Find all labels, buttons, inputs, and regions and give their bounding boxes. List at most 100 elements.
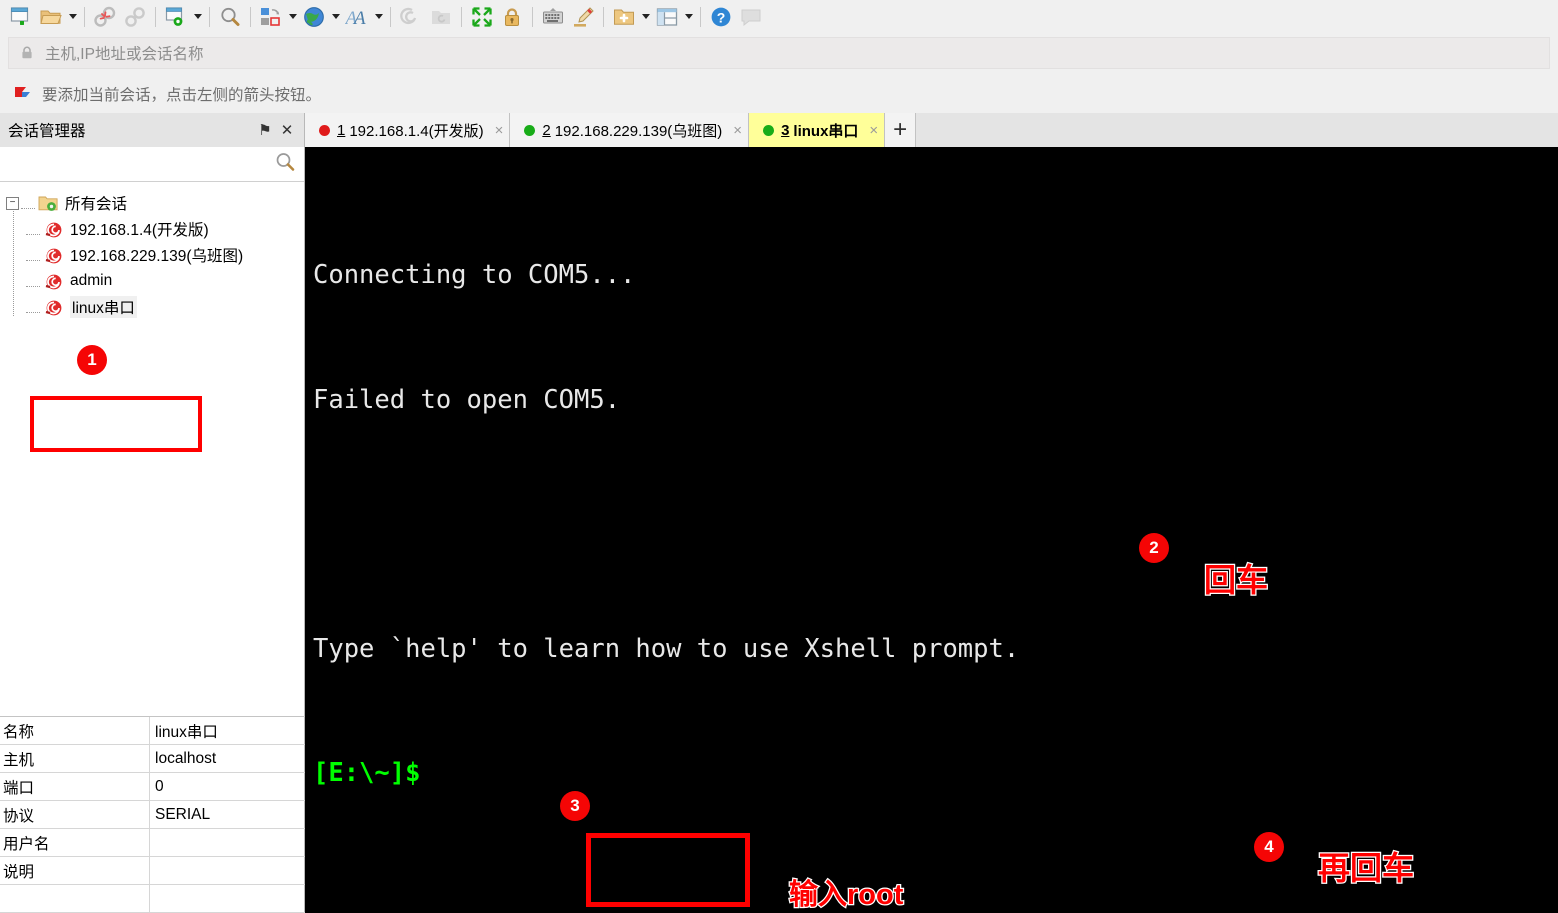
address-input-placeholder[interactable]: 主机,IP地址或会话名称 bbox=[45, 42, 203, 64]
property-value bbox=[150, 857, 305, 884]
property-value: linux串口 bbox=[155, 723, 218, 741]
property-value: SERIAL bbox=[155, 805, 211, 823]
clear-buffer-icon bbox=[426, 3, 456, 31]
session-properties-dropdown[interactable] bbox=[191, 3, 204, 31]
terminal-line: Connecting to COM5... bbox=[313, 260, 636, 290]
tab-session-1[interactable]: 1 192.168.1.4(开发版) × bbox=[305, 113, 511, 147]
property-value bbox=[150, 829, 305, 856]
split-view-icon[interactable] bbox=[652, 3, 682, 31]
tree-dotted-line bbox=[26, 222, 43, 236]
xshell-window: A A ? 主机,IP地址或会话名称 要添加当前会话，点击左侧的箭头按钮。 会话… bbox=[0, 0, 1558, 913]
close-icon[interactable]: × bbox=[495, 122, 504, 139]
session-icon bbox=[43, 220, 64, 239]
table-row: 说明 bbox=[0, 857, 305, 885]
tab-number: 1 bbox=[337, 121, 346, 139]
new-tab-button[interactable]: + bbox=[885, 113, 917, 147]
annotation-marker-3: 3 bbox=[560, 791, 590, 821]
table-row: 协议 SERIAL bbox=[0, 801, 305, 829]
pin-icon[interactable]: ⚑ bbox=[254, 119, 276, 141]
fullscreen-icon[interactable] bbox=[467, 3, 497, 31]
globe-dropdown[interactable] bbox=[329, 3, 342, 31]
font-dropdown[interactable] bbox=[372, 3, 385, 31]
sidebar-item-session-3[interactable]: admin bbox=[26, 268, 304, 294]
open-folder-dropdown[interactable] bbox=[66, 3, 79, 31]
sidebar-item-linux-serial[interactable]: linux串口 bbox=[26, 294, 304, 320]
tree-connector bbox=[13, 208, 14, 316]
annotation-highlight-sidebar bbox=[30, 396, 202, 452]
terminal-prompt-line: [E:\~]$ bbox=[313, 758, 421, 788]
search-icon[interactable] bbox=[274, 151, 296, 178]
property-value: 0 bbox=[155, 777, 164, 795]
lock-small-icon bbox=[19, 45, 35, 61]
open-folder-icon[interactable] bbox=[36, 3, 66, 31]
transfer-layout-dropdown[interactable] bbox=[286, 3, 299, 31]
font-icon[interactable]: A A bbox=[342, 3, 372, 31]
toolbar-separator bbox=[390, 6, 391, 27]
toolbar-separator bbox=[155, 6, 156, 27]
toolbar-separator bbox=[209, 6, 210, 27]
close-icon[interactable]: × bbox=[869, 122, 878, 139]
tree-dotted-line bbox=[26, 248, 43, 262]
new-folder-icon[interactable] bbox=[609, 3, 639, 31]
svg-text:?: ? bbox=[717, 9, 726, 25]
tree-expander-icon[interactable]: − bbox=[6, 196, 19, 210]
globe-icon[interactable] bbox=[299, 3, 329, 31]
session-manager-header: 会话管理器 ⚑ ✕ bbox=[0, 113, 304, 147]
keyboard-icon[interactable] bbox=[538, 3, 568, 31]
new-session-icon[interactable] bbox=[6, 3, 36, 31]
lock-icon[interactable] bbox=[497, 3, 527, 31]
highlight-pen-icon[interactable] bbox=[568, 3, 598, 31]
annotation-marker-4: 4 bbox=[1254, 832, 1284, 862]
table-row: 名称 linux串口 bbox=[0, 717, 305, 745]
property-key: 端口 bbox=[0, 773, 150, 800]
reconnect-icon[interactable] bbox=[120, 3, 150, 31]
transfer-layout-icon[interactable] bbox=[256, 3, 286, 31]
property-key: 协议 bbox=[0, 801, 150, 828]
sidebar-item-label: 192.168.1.4(开发版) bbox=[70, 222, 209, 239]
property-value bbox=[150, 885, 305, 912]
split-view-dropdown[interactable] bbox=[682, 3, 695, 31]
chat-icon bbox=[736, 3, 766, 31]
toolbar-separator bbox=[250, 6, 251, 27]
clear-screen-icon bbox=[396, 3, 426, 31]
tab-linux-serial[interactable]: 3 linux串口 × bbox=[749, 113, 886, 147]
session-properties-icon[interactable] bbox=[161, 3, 191, 31]
toolbar-separator bbox=[700, 6, 701, 27]
toolbar-separator bbox=[461, 6, 462, 27]
new-folder-dropdown[interactable] bbox=[639, 3, 652, 31]
sidebar-item-session-2[interactable]: 192.168.229.139(乌班图) bbox=[26, 242, 304, 268]
sidebar-item-label: linux串口 bbox=[70, 296, 137, 318]
close-icon[interactable]: ✕ bbox=[276, 119, 298, 141]
toolbar-separator bbox=[532, 6, 533, 27]
main-toolbar: A A ? bbox=[0, 0, 1558, 33]
tree-dotted-line bbox=[26, 300, 43, 314]
folder-gear-icon bbox=[38, 194, 59, 213]
terminal-line: Type `help' to learn how to use Xshell p… bbox=[313, 633, 1020, 664]
sidebar-item-label: 192.168.229.139(乌班图) bbox=[70, 248, 244, 265]
close-icon[interactable]: × bbox=[733, 122, 742, 139]
address-bar[interactable]: 主机,IP地址或会话名称 bbox=[0, 33, 1558, 73]
address-bar-inner[interactable]: 主机,IP地址或会话名称 bbox=[8, 37, 1550, 69]
session-search-box[interactable] bbox=[0, 147, 304, 182]
tree-root-label: 所有会话 bbox=[65, 196, 128, 213]
toolbar-separator bbox=[84, 6, 85, 27]
terminal-output[interactable]: Connecting to COM5... Failed to open COM… bbox=[305, 147, 1558, 913]
property-key: 用户名 bbox=[0, 829, 150, 856]
help-icon[interactable]: ? bbox=[706, 3, 736, 31]
search-icon[interactable] bbox=[215, 3, 245, 31]
tree-children: 192.168.1.4(开发版) 192.168.229.139(乌班图) ad… bbox=[6, 216, 304, 320]
tree-root-all-sessions[interactable]: − 所有会话 bbox=[6, 190, 304, 216]
disconnect-icon[interactable] bbox=[90, 3, 120, 31]
tab-session-2[interactable]: 2 192.168.229.139(乌班图) × bbox=[510, 113, 750, 147]
property-key: 说明 bbox=[0, 857, 150, 884]
sidebar-item-session-1[interactable]: 192.168.1.4(开发版) bbox=[26, 216, 304, 242]
tab-number: 2 bbox=[542, 121, 551, 139]
tree-dotted-line bbox=[21, 196, 38, 210]
annotation-highlight-login-input bbox=[586, 833, 750, 907]
hint-text: 要添加当前会话，点击左侧的箭头按钮。 bbox=[42, 87, 322, 104]
hint-bar: 要添加当前会话，点击左侧的箭头按钮。 bbox=[0, 75, 1558, 113]
property-key: 主机 bbox=[0, 745, 150, 772]
table-row: 端口 0 bbox=[0, 773, 305, 801]
tab-label: 192.168.229.139(乌班图) bbox=[554, 122, 723, 140]
